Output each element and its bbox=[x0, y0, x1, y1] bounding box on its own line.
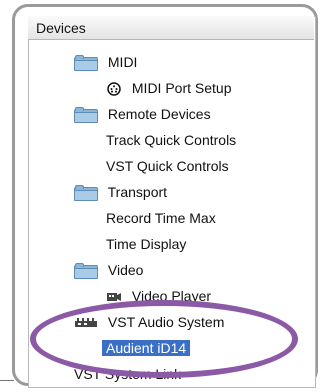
tree-item-track-quick-controls[interactable]: Track Quick Controls bbox=[106, 128, 236, 152]
tree-item-vst-quick-controls[interactable]: VST Quick Controls bbox=[106, 154, 229, 178]
tree-item-video[interactable]: Video bbox=[74, 258, 143, 282]
tree-item-label: Time Display bbox=[106, 236, 187, 252]
tree-item-label: Video bbox=[107, 262, 144, 278]
tree-item-label: Record Time Max bbox=[106, 210, 216, 226]
tree-item-label: VST Audio System bbox=[107, 314, 225, 330]
tree-item-label: MIDI bbox=[107, 54, 138, 70]
tree-item-label: MIDI Port Setup bbox=[131, 80, 232, 96]
tree-item-transport[interactable]: Transport bbox=[74, 180, 167, 204]
video-player-icon bbox=[107, 293, 121, 302]
audio-device-icon bbox=[75, 318, 97, 328]
tree-item-audient-id14[interactable]: Audient iD14 bbox=[102, 336, 191, 360]
tree-item-label: VST Quick Controls bbox=[106, 158, 229, 174]
tree-item-midi[interactable]: MIDI bbox=[74, 50, 137, 74]
tree-item-label: Transport bbox=[107, 184, 168, 200]
midi-port-icon bbox=[107, 82, 121, 97]
edge-tick bbox=[0, 380, 14, 381]
panel-header: Devices bbox=[28, 16, 314, 40]
tree-item-label: Track Quick Controls bbox=[106, 132, 237, 148]
folder-icon bbox=[74, 107, 98, 124]
tree-item-record-time-max[interactable]: Record Time Max bbox=[106, 206, 216, 230]
tree-item-vst-audio-system[interactable]: VST Audio System bbox=[74, 310, 224, 334]
tree-item-time-display[interactable]: Time Display bbox=[106, 232, 186, 256]
tree-item-remote-devices[interactable]: Remote Devices bbox=[74, 102, 211, 126]
tree-item-video-player[interactable]: Video Player bbox=[106, 284, 211, 308]
tree-item-label-selected: Audient iD14 bbox=[102, 340, 191, 356]
tree-item-label: VST System Link bbox=[74, 366, 182, 382]
folder-icon bbox=[74, 185, 98, 202]
tree-item-label: Remote Devices bbox=[107, 106, 211, 122]
tree-item-midi-port-setup[interactable]: MIDI Port Setup bbox=[106, 76, 231, 100]
panel-title: Devices bbox=[36, 20, 86, 36]
folder-icon bbox=[74, 263, 98, 280]
tree-item-label: Video Player bbox=[131, 288, 212, 304]
tree-item-vst-system-link[interactable]: VST System Link bbox=[74, 362, 181, 386]
folder-icon bbox=[74, 55, 98, 72]
